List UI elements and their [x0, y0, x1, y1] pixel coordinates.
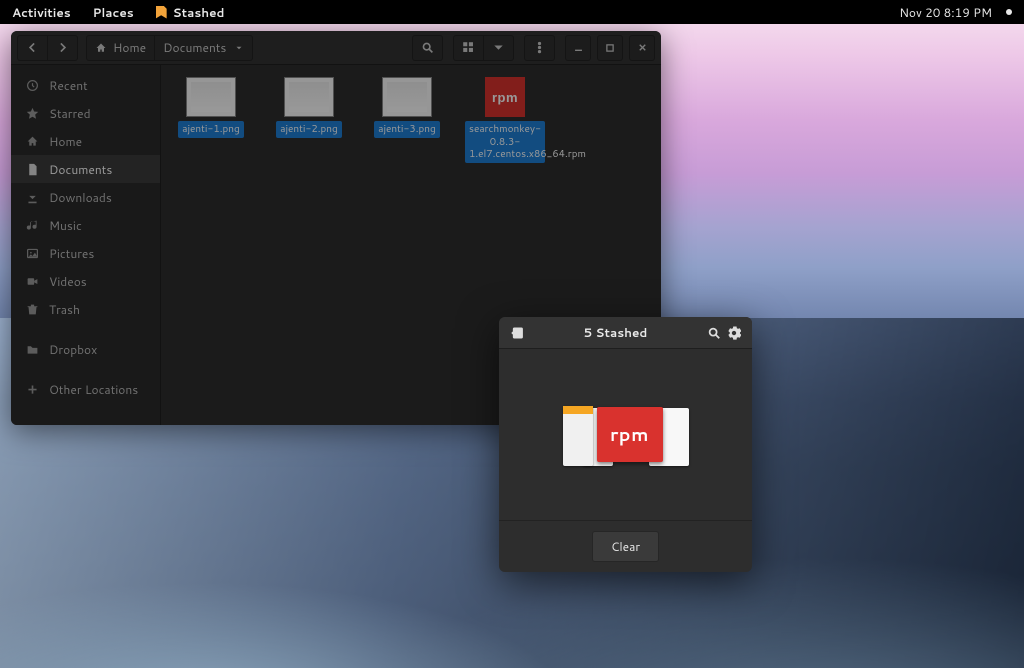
- star-icon: [25, 107, 39, 120]
- download-icon: [25, 191, 39, 204]
- image-thumbnail-icon: [284, 77, 334, 117]
- file-item[interactable]: ajenti-3.png: [367, 77, 447, 138]
- sidebar-item-documents[interactable]: Documents: [11, 155, 160, 183]
- activities-button[interactable]: Activities: [12, 4, 71, 21]
- sidebar-item-label: Downloads: [49, 189, 112, 206]
- path-bar: Home Documents: [86, 35, 253, 61]
- view-options-button[interactable]: [484, 35, 514, 61]
- places-menu[interactable]: Places: [93, 4, 134, 21]
- sidebar-item-label: Other Locations: [49, 381, 138, 398]
- sidebar-item-label: Trash: [49, 301, 80, 318]
- sidebar-item-trash[interactable]: Trash: [11, 295, 160, 323]
- stash-header: 5 Stashed: [499, 317, 752, 349]
- sidebar-item-label: Starred: [49, 105, 91, 122]
- search-button[interactable]: [412, 35, 443, 61]
- stash-stack-preview[interactable]: rpm: [561, 396, 691, 474]
- rpm-package-icon: rpm: [485, 77, 525, 117]
- system-status-indicator[interactable]: [1006, 9, 1012, 15]
- trash-icon: [25, 303, 39, 316]
- stash-clear-button[interactable]: Clear: [592, 531, 659, 562]
- stash-add-button[interactable]: [507, 326, 527, 340]
- nav-forward-button[interactable]: [48, 35, 78, 61]
- clock-icon: [25, 79, 39, 92]
- path-home-label: Home: [113, 39, 146, 56]
- window-close[interactable]: [629, 35, 655, 61]
- sidebar-item-starred[interactable]: Starred: [11, 99, 160, 127]
- sidebar-item-label: Videos: [49, 273, 87, 290]
- sidebar-item-label: Home: [49, 133, 82, 150]
- sidebar-item-pictures[interactable]: Pictures: [11, 239, 160, 267]
- headerbar: Home Documents: [11, 31, 661, 65]
- sidebar-item-other-locations[interactable]: Other Locations: [11, 375, 160, 403]
- sidebar-item-music[interactable]: Music: [11, 211, 160, 239]
- stash-card-icon: [563, 406, 593, 466]
- nav-back-button[interactable]: [17, 35, 48, 61]
- gnome-topbar: Activities Places Stashed Nov 20 8:19 PM: [0, 0, 1024, 24]
- sidebar-item-recent[interactable]: Recent: [11, 71, 160, 99]
- hamburger-menu-button[interactable]: [524, 35, 555, 61]
- stashed-window: 5 Stashed rpm Clear: [499, 317, 752, 572]
- sidebar-item-label: Pictures: [49, 245, 94, 262]
- file-item[interactable]: ajenti-2.png: [269, 77, 349, 138]
- folder-icon: [25, 343, 39, 356]
- clock[interactable]: Nov 20 8:19 PM: [899, 4, 992, 21]
- path-home[interactable]: Home: [86, 35, 155, 61]
- file-name-label: ajenti-1.png: [178, 121, 244, 138]
- places-sidebar: Recent Starred Home Documents Downloads Music…: [11, 65, 161, 425]
- app-menu-label: Stashed: [173, 4, 225, 21]
- stash-title: 5 Stashed: [527, 324, 704, 341]
- sidebar-item-label: Dropbox: [49, 341, 97, 358]
- sidebar-item-videos[interactable]: Videos: [11, 267, 160, 295]
- file-name-label: searchmonkey-0.8.3-1.el7.centos.x86_64.r…: [465, 121, 545, 163]
- path-documents[interactable]: Documents: [155, 35, 253, 61]
- file-item[interactable]: rpmsearchmonkey-0.8.3-1.el7.centos.x86_6…: [465, 77, 545, 163]
- path-documents-label: Documents: [163, 39, 226, 56]
- plus-icon: [25, 383, 39, 396]
- music-icon: [25, 219, 39, 232]
- home-icon: [25, 135, 39, 148]
- document-icon: [25, 163, 39, 176]
- stash-search-button[interactable]: [704, 326, 724, 340]
- sidebar-item-label: Music: [49, 217, 82, 234]
- file-name-label: ajenti-3.png: [374, 121, 440, 138]
- window-minimize[interactable]: [565, 35, 591, 61]
- stash-drop-area[interactable]: rpm: [499, 349, 752, 520]
- file-name-label: ajenti-2.png: [276, 121, 342, 138]
- window-maximize[interactable]: [597, 35, 623, 61]
- stashed-app-icon: [156, 6, 167, 19]
- sidebar-item-downloads[interactable]: Downloads: [11, 183, 160, 211]
- app-menu-stashed[interactable]: Stashed: [156, 4, 225, 21]
- sidebar-item-label: Documents: [49, 161, 112, 178]
- stash-settings-button[interactable]: [724, 326, 744, 340]
- image-thumbnail-icon: [382, 77, 432, 117]
- sidebar-item-label: Recent: [49, 77, 88, 94]
- view-toggle-button[interactable]: [453, 35, 484, 61]
- file-item[interactable]: ajenti-1.png: [171, 77, 251, 138]
- picture-icon: [25, 247, 39, 260]
- sidebar-item-dropbox[interactable]: Dropbox: [11, 335, 160, 363]
- sidebar-item-home[interactable]: Home: [11, 127, 160, 155]
- image-thumbnail-icon: [186, 77, 236, 117]
- video-icon: [25, 275, 39, 288]
- stash-rpm-icon: rpm: [597, 407, 663, 462]
